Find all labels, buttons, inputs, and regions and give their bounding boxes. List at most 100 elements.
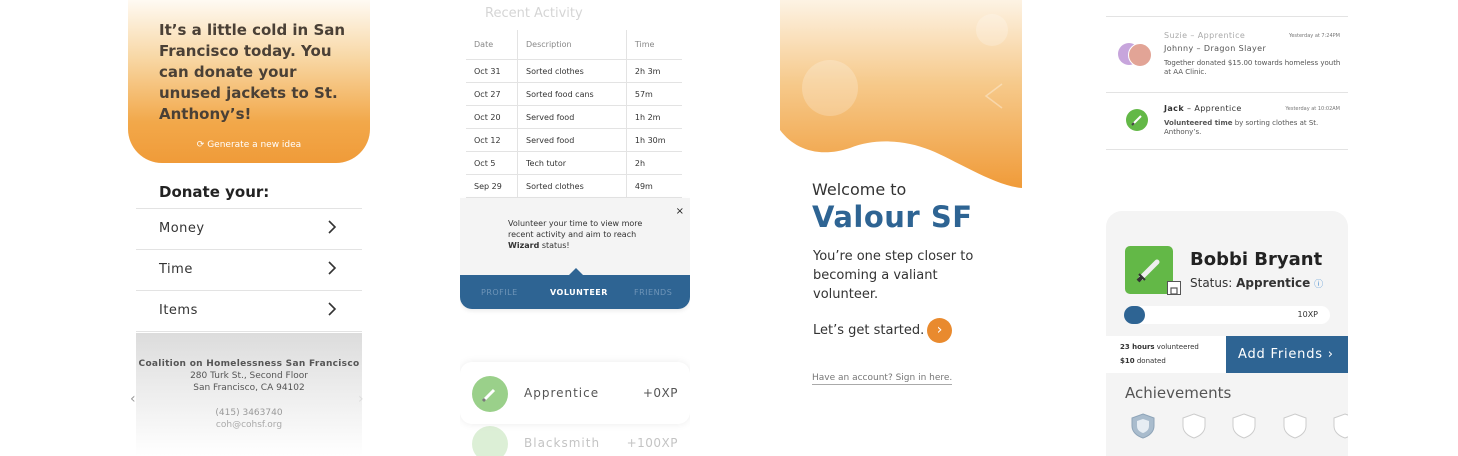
- cell-date: Oct 12: [466, 128, 518, 152]
- feed-item[interactable]: Suzie – Apprentice Yesterday at 7:24PM J…: [1106, 17, 1348, 93]
- org-name: Coalition on Homelessness San Francisco: [138, 359, 360, 369]
- donated-stat: $10 donated: [1120, 357, 1166, 365]
- cell-date: Oct 31: [466, 59, 518, 83]
- cell-date: Oct 27: [466, 82, 518, 106]
- org-address-line1: 280 Turk St., Second Floor: [190, 371, 308, 381]
- option-label: Time: [159, 262, 193, 277]
- option-label: Money: [159, 221, 205, 236]
- shield-icon[interactable]: [1231, 412, 1257, 440]
- shield-icon[interactable]: [1130, 412, 1156, 440]
- table-row: Oct 31 Sorted clothes 2h 3m: [466, 59, 682, 83]
- table-row: Oct 20 Served food 1h 2m: [466, 105, 682, 129]
- chevron-right-icon: [328, 261, 337, 275]
- volunteer-screen: Recent Activity Date Description Time Oc…: [460, 0, 690, 456]
- profile-stats: 23 hours volunteered $10 donated: [1106, 336, 1226, 373]
- cell-time: 1h 30m: [626, 128, 682, 152]
- cell-time: 49m: [626, 174, 682, 198]
- welcome-label: Welcome to: [812, 180, 907, 199]
- table-row: Sep 29 Sorted clothes 49m: [466, 174, 682, 198]
- hammer-icon: [472, 426, 508, 456]
- bottom-tab-bar: PROFILE VOLUNTEER FRIENDS: [460, 275, 690, 309]
- add-friends-button[interactable]: Add Friends ›: [1226, 336, 1348, 373]
- tab-volunteer[interactable]: VOLUNTEER: [550, 288, 608, 297]
- avatar: [1128, 43, 1152, 67]
- profile-name: Bobbi Bryant: [1190, 249, 1323, 270]
- cell-description: Served food: [517, 128, 627, 152]
- carousel-prev-button[interactable]: ‹: [130, 391, 136, 407]
- table-row: Oct 5 Tech tutor 2h: [466, 151, 682, 175]
- feed-user-rank: – Apprentice: [1184, 104, 1242, 113]
- column-header-description: Description: [517, 30, 627, 60]
- xp-progress-bar: 10XP: [1124, 306, 1330, 324]
- column-header-time: Time: [626, 30, 682, 60]
- donated-label: donated: [1134, 357, 1166, 365]
- org-address-line2: San Francisco, CA 94102: [193, 383, 305, 393]
- cell-time: 2h 3m: [626, 59, 682, 83]
- donate-option-items[interactable]: Items: [136, 290, 362, 332]
- cell-time: 2h: [626, 151, 682, 175]
- donate-screen: It’s a little cold in San Francisco toda…: [128, 0, 370, 456]
- info-icon[interactable]: ⓘ: [1314, 280, 1323, 290]
- sword-icon: [1126, 109, 1148, 131]
- donate-option-money[interactable]: Money: [136, 208, 362, 249]
- org-phone: (415) 3463740: [215, 408, 283, 418]
- feed-action: Volunteered time: [1164, 119, 1233, 127]
- wave-header-graphic: [780, 0, 1022, 188]
- cell-description: Sorted food cans: [517, 82, 627, 106]
- tooltip-text: Volunteer your time to view more recent …: [508, 218, 658, 251]
- cell-description: Served food: [517, 105, 627, 129]
- column-header-date: Date: [466, 30, 518, 60]
- donated-value: $10: [1120, 357, 1135, 365]
- sword-icon: [472, 376, 508, 412]
- feed-timestamp: Yesterday at 7:24PM: [1288, 33, 1340, 39]
- feed-item[interactable]: Jack – Apprentice Yesterday at 10:02AM V…: [1106, 93, 1348, 150]
- welcome-screen: Welcome to Valour SF You’re one step clo…: [780, 0, 1022, 456]
- recent-activity-title: Recent Activity: [485, 6, 583, 21]
- activity-table: Date Description Time Oct 31 Sorted clot…: [466, 30, 682, 198]
- tooltip-text-end: status!: [539, 241, 570, 250]
- status-value: Apprentice: [1236, 276, 1311, 290]
- donate-option-time[interactable]: Time: [136, 249, 362, 290]
- achievements-title: Achievements: [1125, 384, 1232, 402]
- donate-options: Money Time Items: [136, 208, 362, 332]
- profile-screen: Suzie – Apprentice Yesterday at 7:24PM J…: [1106, 0, 1348, 456]
- tab-profile[interactable]: PROFILE: [481, 288, 518, 297]
- qr-code-icon[interactable]: [1167, 281, 1181, 295]
- rank-item-blacksmith[interactable]: Blacksmith +100XP: [460, 412, 690, 456]
- idea-text: It’s a little cold in San Francisco toda…: [159, 21, 346, 123]
- cell-time: 57m: [626, 82, 682, 106]
- cell-time: 1h 2m: [626, 105, 682, 129]
- cell-description: Tech tutor: [517, 151, 627, 175]
- tab-friends[interactable]: FRIENDS: [634, 288, 672, 297]
- rank-name: Blacksmith: [524, 436, 601, 450]
- profile-status: Status: Apprentice ⓘ: [1190, 276, 1323, 290]
- chevron-right-icon: [328, 302, 337, 316]
- shield-icon[interactable]: [1181, 412, 1207, 440]
- hours-label: volunteered: [1154, 343, 1199, 351]
- feed-user-first: Jack: [1164, 104, 1185, 113]
- hours-stat: 23 hours volunteered: [1120, 343, 1199, 351]
- sign-in-link[interactable]: Have an account? Sign in here.: [812, 373, 953, 385]
- tab-indicator: [569, 268, 583, 275]
- get-started-label: Let’s get started.: [813, 323, 925, 338]
- shield-icon[interactable]: [1282, 412, 1308, 440]
- hours-value: 23 hours: [1120, 343, 1155, 351]
- cell-date: Oct 5: [466, 151, 518, 175]
- option-label: Items: [159, 303, 198, 318]
- app-title: Valour SF: [812, 200, 973, 234]
- cell-description: Sorted clothes: [517, 174, 627, 198]
- table-header-row: Date Description Time: [466, 30, 682, 60]
- get-started-button[interactable]: ›: [927, 318, 952, 343]
- close-icon[interactable]: ×: [676, 206, 684, 217]
- org-email: coh@cohsf.org: [215, 420, 283, 430]
- organization-card[interactable]: Coalition on Homelessness San Francisco …: [136, 333, 362, 456]
- generate-idea-link[interactable]: ⟳ Generate a new idea: [128, 140, 370, 150]
- xp-progress-fill: [1124, 306, 1145, 324]
- feed-description: Volunteered time by sorting clothes at S…: [1164, 119, 1344, 137]
- welcome-subtitle: You’re one step closer to becoming a val…: [813, 249, 974, 302]
- shield-icon[interactable]: [1332, 412, 1348, 440]
- carousel-next-button[interactable]: ›: [358, 391, 364, 407]
- tooltip-text-start: Volunteer your time to view more recent …: [508, 219, 643, 239]
- feed-user-name: Jack – Apprentice: [1164, 104, 1242, 113]
- cell-description: Sorted clothes: [517, 59, 627, 83]
